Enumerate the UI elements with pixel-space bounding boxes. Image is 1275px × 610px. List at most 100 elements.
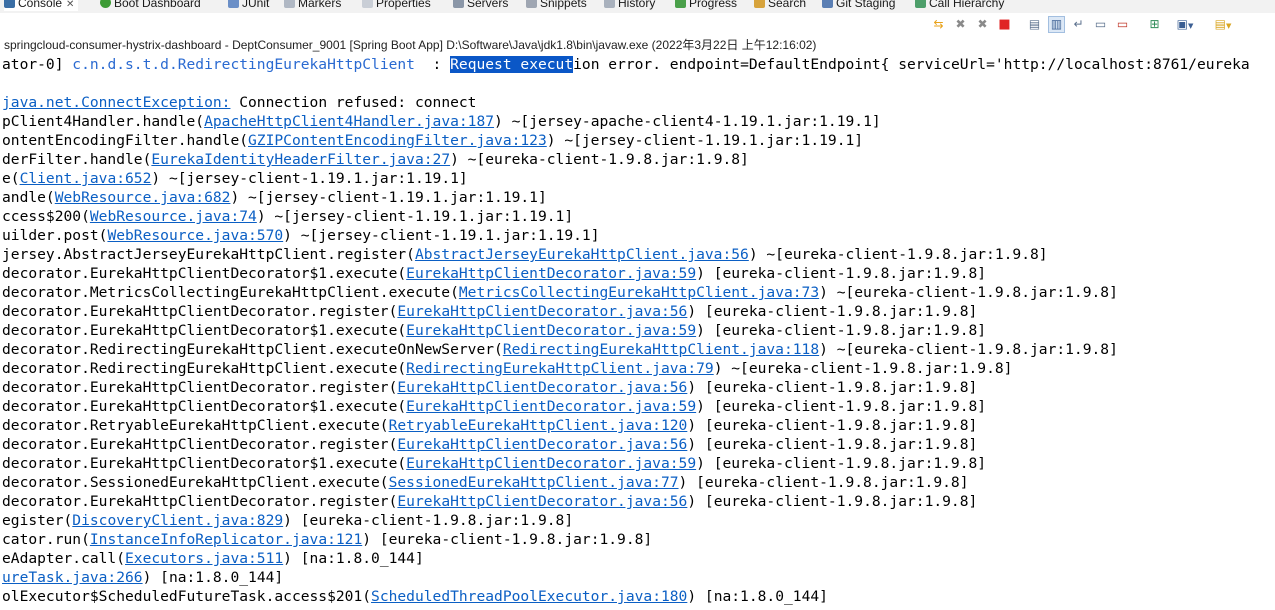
console-line: ccess$200(WebResource.java:74) ~[jersey-… bbox=[2, 207, 573, 226]
tab-label: Boot Dashboard bbox=[114, 0, 201, 10]
close-icon[interactable]: ✕ bbox=[66, 0, 74, 10]
console-text: ) [eureka-client-1.9.8.jar:1.9.8] bbox=[283, 512, 574, 529]
stacktrace-link[interactable]: ureTask.java:266 bbox=[2, 569, 143, 586]
console-text: ) [eureka-client-1.9.8.jar:1.9.8] bbox=[687, 303, 978, 320]
remove-launch-icon[interactable]: ✖ bbox=[952, 16, 969, 33]
console-text: ) [eureka-client-1.9.8.jar:1.9.8] bbox=[678, 474, 969, 491]
console-text: ) ~[jersey-client-1.19.1.jar:1.19.1] bbox=[151, 170, 468, 187]
console-line: olExecutor$ScheduledFutureTask.access$20… bbox=[2, 587, 828, 606]
word-wrap-icon[interactable]: ↵ bbox=[1070, 16, 1087, 33]
stacktrace-link[interactable]: WebResource.java:74 bbox=[90, 208, 257, 225]
stacktrace-link[interactable]: ScheduledThreadPoolExecutor.java:180 bbox=[371, 588, 687, 605]
console-text: ontentEncodingFilter.handle( bbox=[2, 132, 249, 149]
stacktrace-link[interactable]: EurekaHttpClientDecorator.java:59 bbox=[406, 398, 696, 415]
tab-label: Markers bbox=[298, 0, 342, 10]
console-line: decorator.EurekaHttpClientDecorator$1.ex… bbox=[2, 397, 986, 416]
console-text: ) ~[jersey-client-1.19.1.jar:1.19.1] bbox=[546, 132, 864, 149]
chevron-down-icon: ▼ bbox=[1187, 22, 1194, 30]
console-text: ) [eureka-client-1.9.8.jar:1.9.8] bbox=[696, 398, 987, 415]
console-text: cator.run( bbox=[2, 531, 90, 548]
boot-dashboard-icon bbox=[100, 0, 111, 8]
console-text: andle( bbox=[2, 189, 55, 206]
stacktrace-link[interactable]: MetricsCollectingEurekaHttpClient.java:7… bbox=[459, 284, 819, 301]
sync-icon[interactable]: ⇆ bbox=[930, 16, 947, 33]
console-text: uilder.post( bbox=[2, 227, 108, 244]
console-line: decorator.SessionedEurekaHttpClient.exec… bbox=[2, 473, 969, 492]
tab-properties[interactable]: Properties bbox=[362, 0, 431, 11]
console-text: ) ~[jersey-client-1.19.1.jar:1.19.1] bbox=[256, 208, 574, 225]
tab-boot-dashboard[interactable]: Boot Dashboard bbox=[100, 0, 201, 11]
show-on-error-icon[interactable]: ▭ bbox=[1114, 16, 1131, 33]
console-output[interactable]: ator-0] c.n.d.s.t.d.RedirectingEurekaHtt… bbox=[0, 55, 1275, 610]
stacktrace-link[interactable]: ApacheHttpClient4Handler.java:187 bbox=[204, 113, 494, 130]
stacktrace-link[interactable]: RetryableEurekaHttpClient.java:120 bbox=[389, 417, 688, 434]
console-text: olExecutor$ScheduledFutureTask.access$20… bbox=[2, 588, 372, 605]
stacktrace-link[interactable]: SessionedEurekaHttpClient.java:77 bbox=[389, 474, 679, 491]
terminate-icon[interactable]: ■ bbox=[996, 16, 1013, 33]
tab-console[interactable]: Console ✕ bbox=[4, 0, 79, 11]
console-toolbar: ⇆ ✖ ✖ ■ ▤ ▥ ↵ ▭ ▭ ⊞ ▣▼ ▤▼ bbox=[930, 14, 1275, 36]
console-text: ) [eureka-client-1.9.8.jar:1.9.8] bbox=[687, 436, 978, 453]
stacktrace-link[interactable]: RedirectingEurekaHttpClient.java:79 bbox=[406, 360, 714, 377]
console-text: ) ~[jersey-client-1.19.1.jar:1.19.1] bbox=[230, 189, 547, 206]
console-text: decorator.EurekaHttpClientDecorator.regi… bbox=[2, 303, 398, 320]
console-line: jersey.AbstractJerseyEurekaHttpClient.re… bbox=[2, 245, 1048, 264]
tab-snippets[interactable]: Snippets bbox=[526, 0, 587, 11]
tab-call-hierarchy[interactable]: Call Hierarchy bbox=[915, 0, 1004, 11]
clear-console-icon[interactable]: ▤ bbox=[1026, 16, 1043, 33]
stacktrace-link[interactable]: EurekaHttpClientDecorator.java:56 bbox=[397, 303, 687, 320]
tab-markers[interactable]: Markers bbox=[284, 0, 341, 11]
console-line: ontentEncodingFilter.handle(GZIPContentE… bbox=[2, 131, 863, 150]
stacktrace-link[interactable]: EurekaHttpClientDecorator.java:56 bbox=[397, 379, 687, 396]
show-on-output-icon[interactable]: ▭ bbox=[1092, 16, 1109, 33]
stacktrace-link[interactable]: EurekaHttpClientDecorator.java:59 bbox=[406, 322, 696, 339]
scroll-lock-icon[interactable]: ▥ bbox=[1048, 16, 1065, 33]
tab-label: JUnit bbox=[242, 0, 270, 10]
console-line: ator-0] c.n.d.s.t.d.RedirectingEurekaHtt… bbox=[2, 55, 1250, 74]
stacktrace-link[interactable]: EurekaHttpClientDecorator.java:59 bbox=[406, 265, 696, 282]
stacktrace-link[interactable]: InstanceInfoReplicator.java:121 bbox=[90, 531, 362, 548]
console-text: ccess$200( bbox=[2, 208, 90, 225]
console-text: ) [na:1.8.0_144] bbox=[283, 550, 424, 567]
tab-git-staging[interactable]: Git Staging bbox=[822, 0, 895, 11]
console-text: ion error. endpoint=DefaultEndpoint{ ser… bbox=[573, 56, 1250, 73]
tab-servers[interactable]: Servers bbox=[453, 0, 508, 11]
console-line: uilder.post(WebResource.java:570) ~[jers… bbox=[2, 226, 599, 245]
remove-all-icon[interactable]: ✖ bbox=[974, 16, 991, 33]
console-text: ) [na:1.8.0_144] bbox=[142, 569, 284, 586]
stacktrace-link[interactable]: EurekaHttpClientDecorator.java:56 bbox=[397, 493, 687, 510]
stacktrace-link[interactable]: WebResource.java:570 bbox=[107, 227, 283, 244]
open-console-icon[interactable]: ▤▼ bbox=[1208, 16, 1238, 33]
stacktrace-link[interactable]: EurekaHttpClientDecorator.java:59 bbox=[406, 455, 696, 472]
console-text: egister( bbox=[2, 512, 73, 529]
stacktrace-link[interactable]: WebResource.java:682 bbox=[55, 189, 231, 206]
stacktrace-link[interactable]: GZIPContentEncodingFilter.java:123 bbox=[248, 132, 547, 149]
tab-junit[interactable]: JUnit bbox=[228, 0, 269, 11]
console-text: decorator.EurekaHttpClientDecorator$1.ex… bbox=[2, 322, 407, 339]
tab-label: History bbox=[618, 0, 656, 10]
git-staging-icon bbox=[822, 0, 833, 8]
console-line: decorator.EurekaHttpClientDecorator$1.ex… bbox=[2, 454, 986, 473]
stacktrace-link[interactable]: Client.java:652 bbox=[20, 170, 152, 187]
console-text: ) [na:1.8.0_144] bbox=[687, 588, 828, 605]
tab-history[interactable]: History bbox=[604, 0, 655, 11]
stacktrace-link[interactable]: DiscoveryClient.java:829 bbox=[72, 512, 283, 529]
tab-search[interactable]: Search bbox=[754, 0, 806, 11]
console-text: ) [eureka-client-1.9.8.jar:1.9.8] bbox=[696, 322, 987, 339]
console-header: ⇆ ✖ ✖ ■ ▤ ▥ ↵ ▭ ▭ ⊞ ▣▼ ▤▼ springcloud-co… bbox=[0, 13, 1275, 53]
console-line: ureTask.java:266) [na:1.8.0_144] bbox=[2, 568, 283, 587]
stacktrace-link[interactable]: AbstractJerseyEurekaHttpClient.java:56 bbox=[415, 246, 749, 263]
stacktrace-link[interactable]: Executors.java:511 bbox=[125, 550, 283, 567]
display-console-icon[interactable]: ▣▼ bbox=[1170, 16, 1200, 33]
stacktrace-link[interactable]: RedirectingEurekaHttpClient.java:118 bbox=[503, 341, 819, 358]
stacktrace-link[interactable]: EurekaHttpClientDecorator.java:56 bbox=[397, 436, 687, 453]
console-line: decorator.RetryableEurekaHttpClient.exec… bbox=[2, 416, 977, 435]
console-text: pClient4Handler.handle( bbox=[2, 113, 205, 130]
tab-label: Snippets bbox=[540, 0, 587, 10]
stacktrace-link[interactable]: java.net.ConnectException: bbox=[2, 94, 230, 111]
pin-console-icon[interactable]: ⊞ bbox=[1146, 16, 1163, 33]
console-text: ) ~[jersey-client-1.19.1.jar:1.19.1] bbox=[283, 227, 600, 244]
tab-progress[interactable]: Progress bbox=[675, 0, 737, 11]
stacktrace-link[interactable]: EurekaIdentityHeaderFilter.java:27 bbox=[151, 151, 450, 168]
console-text: Connection refused: connect bbox=[230, 94, 477, 111]
